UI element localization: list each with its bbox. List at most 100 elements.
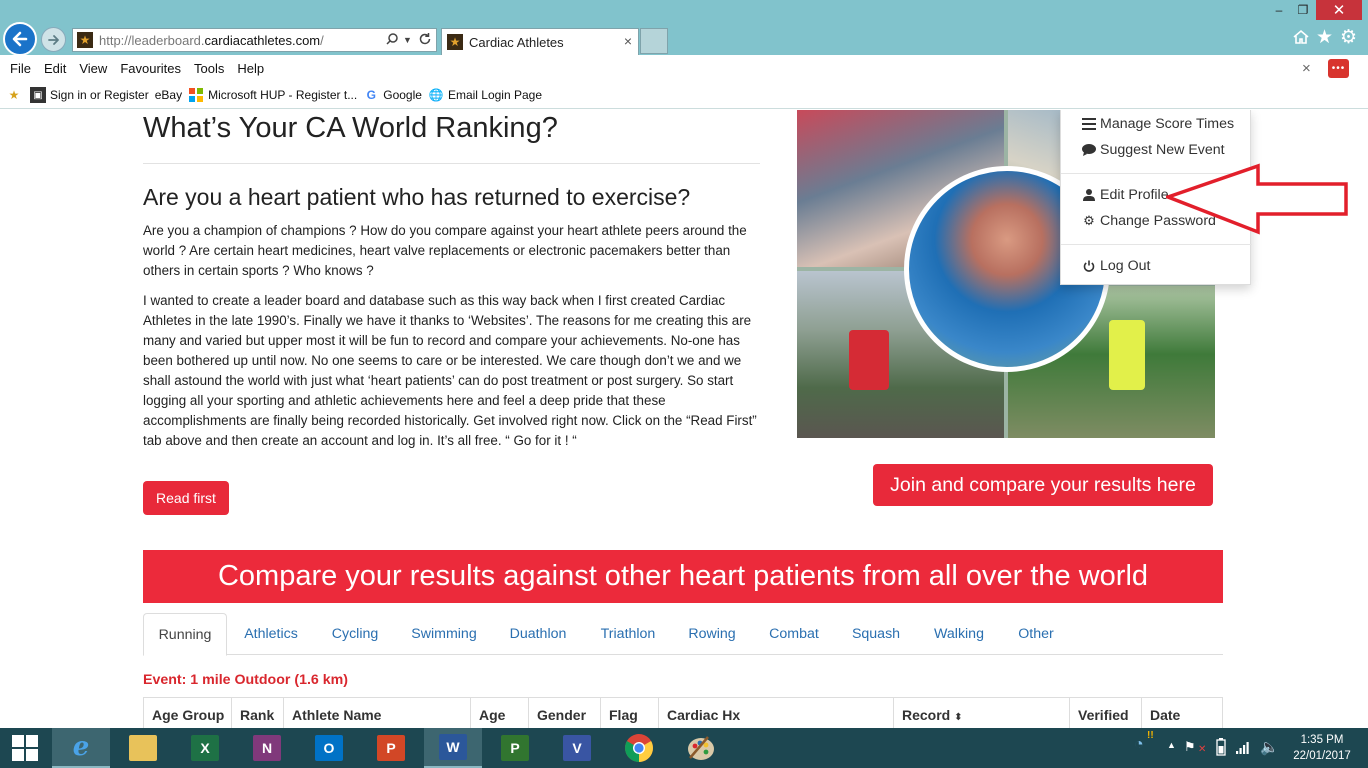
runner-yellow-top	[1109, 320, 1145, 390]
close-bar-icon[interactable]: ×	[1302, 60, 1311, 77]
sport-tabs: Running Athletics Cycling Swimming Duath…	[143, 613, 1223, 656]
col-flag[interactable]: Flag	[600, 697, 659, 728]
show-hidden-icons-icon[interactable]: ▲	[1167, 740, 1176, 750]
system-clock[interactable]: 1:35 PM 22/01/2017	[1284, 732, 1360, 764]
search-icon[interactable]	[385, 32, 399, 49]
start-button[interactable]	[0, 728, 50, 768]
taskbar-visio[interactable]: V	[548, 728, 606, 768]
tab-other[interactable]: Other	[1003, 613, 1069, 655]
close-window-button[interactable]: ✕	[1316, 0, 1362, 20]
col-athlete-name[interactable]: Athlete Name	[283, 697, 471, 728]
extension-icon[interactable]: •••	[1328, 59, 1349, 78]
gear-icon: ⚙	[1083, 213, 1095, 228]
browser-chrome: ★ http://leaderboard. cardiacathletes.com…	[0, 0, 1368, 110]
event-title: Event: 1 mile Outdoor (1.6 km)	[143, 672, 348, 688]
tab-walking[interactable]: Walking	[919, 613, 999, 655]
clock-time: 1:35 PM	[1300, 734, 1344, 746]
taskbar-outlook[interactable]: O	[300, 728, 358, 768]
join-button[interactable]: Join and compare your results here	[873, 464, 1213, 506]
taskbar-onenote[interactable]: N	[238, 728, 296, 768]
menu-log-out[interactable]: Log Out	[1081, 258, 1150, 274]
visio-icon: V	[563, 735, 591, 761]
read-first-button[interactable]: Read first	[143, 481, 229, 515]
tab-close-icon[interactable]: ×	[624, 33, 632, 49]
menu-edit-profile[interactable]: Edit Profile	[1081, 187, 1169, 203]
flag-tray-icon[interactable]: ⚑	[1184, 739, 1196, 755]
onenote-icon: N	[253, 735, 281, 761]
fav-google[interactable]: G Google	[363, 87, 422, 103]
refresh-icon[interactable]	[418, 32, 432, 49]
wifi-signal-icon[interactable]	[1236, 740, 1252, 757]
menu-label: Log Out	[1100, 258, 1151, 274]
tab-squash[interactable]: Squash	[837, 613, 915, 655]
volume-icon[interactable]: 🔈	[1260, 738, 1279, 756]
tab-swimming[interactable]: Swimming	[399, 613, 489, 655]
taskbar-paint[interactable]	[672, 728, 730, 768]
taskbar-powerpoint[interactable]: P	[362, 728, 420, 768]
menu-view[interactable]: View	[79, 61, 107, 76]
internet-explorer-icon: e	[72, 732, 90, 762]
taskbar-internet-explorer[interactable]: e	[52, 728, 110, 768]
url-suffix: /	[320, 32, 324, 48]
url-prefix: http://leaderboard.	[99, 32, 205, 48]
menu-suggest-new-event[interactable]: Suggest New Event	[1081, 142, 1225, 158]
tab-athletics[interactable]: Athletics	[231, 613, 311, 655]
address-bar[interactable]: ★ http://leaderboard. cardiacathletes.com…	[72, 28, 437, 52]
taskbar-chrome[interactable]	[610, 728, 668, 768]
col-age-group[interactable]: Age Group	[143, 697, 232, 728]
col-date[interactable]: Date	[1141, 697, 1223, 728]
fav-label: Sign in or Register	[50, 88, 149, 102]
error-x-icon: ✕	[1198, 744, 1207, 755]
back-button[interactable]	[3, 22, 37, 56]
fav-sign-in[interactable]: ▣ Sign in or Register	[30, 87, 149, 103]
results-table: Age Group Rank Athlete Name Age Gender F…	[143, 697, 1223, 728]
forward-button[interactable]	[41, 27, 66, 52]
col-verified[interactable]: Verified	[1069, 697, 1142, 728]
runner-red-shirt	[849, 330, 889, 390]
menu-favourites[interactable]: Favourites	[120, 61, 181, 76]
arrow-right-icon	[47, 34, 59, 45]
settings-gear-icon[interactable]: ⚙	[1340, 26, 1357, 49]
tab-rowing[interactable]: Rowing	[673, 613, 751, 655]
taskbar-excel[interactable]: X	[176, 728, 234, 768]
favourites-star-icon[interactable]: ★	[1316, 26, 1333, 49]
tab-triathlon[interactable]: Triathlon	[587, 613, 669, 655]
taskbar-project[interactable]: P	[486, 728, 544, 768]
fav-microsoft-hup[interactable]: Microsoft HUP - Register t...	[188, 87, 357, 103]
menu-tools[interactable]: Tools	[194, 61, 224, 76]
tab-duathlon[interactable]: Duathlon	[493, 613, 583, 655]
fav-label: Microsoft HUP - Register t...	[208, 88, 358, 102]
new-tab-button[interactable]	[640, 28, 668, 54]
col-record[interactable]: Record ⬍	[893, 697, 1070, 728]
browser-tab[interactable]: ★ Cardiac Athletes ×	[441, 28, 639, 55]
taskbar-file-explorer[interactable]	[114, 728, 172, 768]
menu-file[interactable]: File	[10, 61, 31, 76]
help-tray-icon[interactable]: ◔	[1134, 736, 1144, 754]
add-favourite-star-icon[interactable]: ★	[6, 87, 22, 103]
fav-email-login[interactable]: 🌐 Email Login Page	[428, 87, 542, 103]
windows-taskbar: e X N O P W P V ◔ !! ▲ ⚑ ✕ 🔈 1:35 PM 22/…	[0, 728, 1368, 768]
tab-cycling[interactable]: Cycling	[315, 613, 395, 655]
chrome-icon	[625, 734, 653, 762]
sort-icon[interactable]: ⬍	[954, 712, 962, 723]
fav-label: Email Login Page	[447, 88, 542, 102]
battery-icon[interactable]	[1214, 738, 1228, 759]
fav-ebay[interactable]: eBay	[155, 88, 182, 102]
tab-combat[interactable]: Combat	[755, 613, 833, 655]
col-rank[interactable]: Rank	[231, 697, 284, 728]
col-age[interactable]: Age	[470, 697, 529, 728]
col-gender[interactable]: Gender	[528, 697, 601, 728]
menu-manage-score-times[interactable]: Manage Score Times	[1081, 116, 1234, 132]
menu-edit[interactable]: Edit	[44, 61, 66, 76]
shopping-bag-icon: ▣	[30, 87, 46, 103]
dropdown-arrow-icon[interactable]: ▼	[403, 35, 412, 45]
menu-help[interactable]: Help	[237, 61, 264, 76]
minimize-button[interactable]: –	[1268, 0, 1290, 20]
col-cardiac-hx[interactable]: Cardiac Hx	[658, 697, 894, 728]
maximize-button[interactable]: ❐	[1292, 0, 1314, 20]
home-icon[interactable]	[1292, 28, 1310, 51]
title-bar: ★ http://leaderboard. cardiacathletes.com…	[0, 0, 1368, 56]
outlook-icon: O	[315, 735, 343, 761]
tab-running[interactable]: Running	[143, 613, 227, 656]
taskbar-word[interactable]: W	[424, 728, 482, 768]
